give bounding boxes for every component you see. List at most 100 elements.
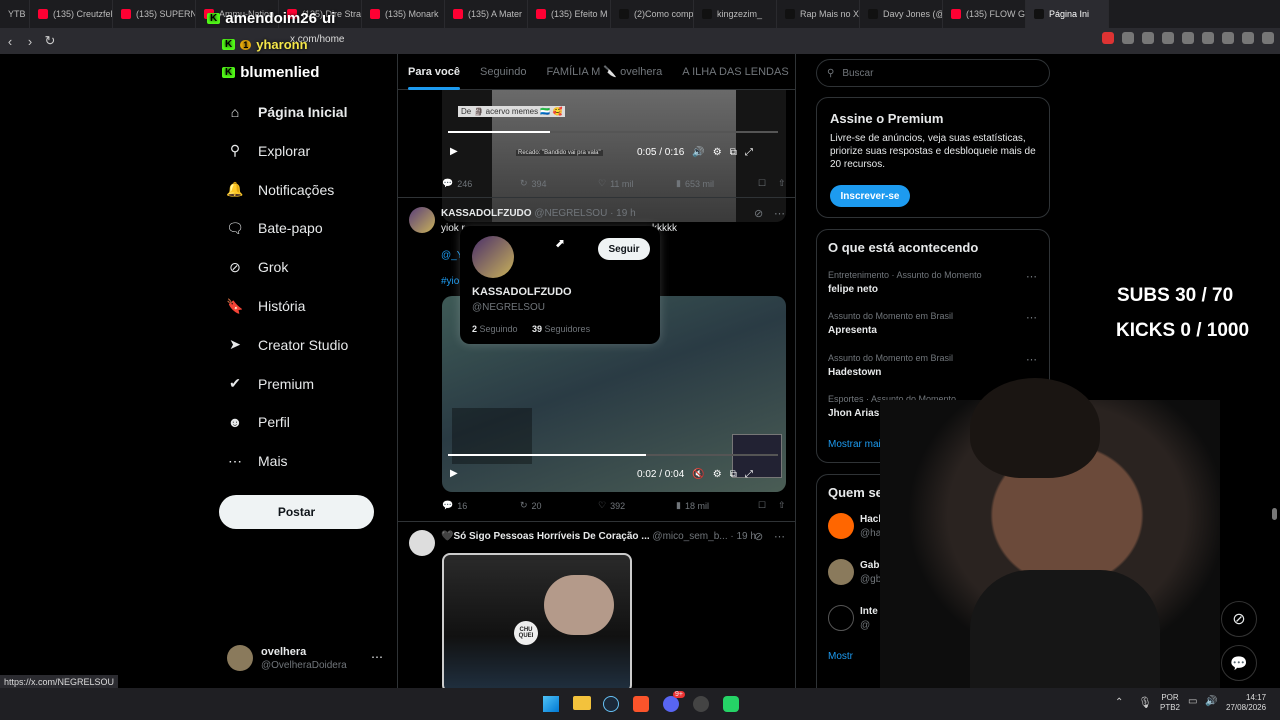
discord-icon[interactable] [663, 696, 679, 712]
post-image[interactable]: CHU QUEI [442, 553, 632, 688]
play-icon[interactable]: ▶ [450, 146, 458, 157]
extension-icon[interactable] [1122, 32, 1134, 44]
trend-item[interactable]: Assunto do Momento em Brasil Hadestown [828, 353, 953, 378]
more-icon[interactable]: ⋯ [371, 650, 383, 664]
author-name[interactable]: 🖤Só Sigo Pessoas Horríveis De Coração ..… [441, 531, 650, 542]
mute-icon[interactable]: 🔇 [692, 469, 704, 480]
fullscreen-icon[interactable]: ⤢ [745, 147, 753, 158]
clock[interactable]: 14:17 27/08/2026 [1226, 693, 1266, 713]
like-button[interactable]: ♡ 392 [598, 500, 676, 511]
trend-item[interactable]: Entretenimento · Assunto do Momento felip… [828, 270, 982, 295]
bookmark-icon[interactable]: ☐ [758, 500, 778, 511]
menu-icon[interactable] [1262, 32, 1274, 44]
browser-tab[interactable]: YTB [0, 0, 30, 28]
grok-icon[interactable]: ⊘ [1221, 601, 1257, 637]
avatar[interactable] [409, 530, 435, 556]
browser-tab[interactable]: (135) SUPERNA [113, 0, 196, 28]
following-link[interactable]: 2 Seguindo [472, 324, 518, 334]
avatar[interactable] [227, 645, 253, 671]
volume-icon[interactable]: 🔊 [692, 147, 704, 158]
avatar[interactable] [409, 207, 435, 233]
share-icon[interactable]: ⇧ [778, 500, 786, 511]
subscribe-button[interactable]: Inscrever-se [830, 185, 910, 207]
browser-tab[interactable]: (2)Como comp [611, 0, 694, 28]
puzzle-icon[interactable] [1142, 32, 1154, 44]
music-icon[interactable] [1162, 32, 1174, 44]
browser-tab[interactable]: (135) A Mater [445, 0, 528, 28]
sidebar-item-creator[interactable]: ➤ Creator Studio [226, 336, 348, 354]
avatar[interactable] [828, 513, 854, 539]
trend-more-icon[interactable]: ⋯ [1026, 270, 1037, 283]
shield-icon[interactable] [1242, 32, 1254, 44]
browser-tab[interactable]: (135) FLOW G [943, 0, 1026, 28]
trend-item[interactable]: Assunto do Momento em Brasil Apresenta [828, 311, 953, 336]
extension-icon[interactable] [1102, 32, 1114, 44]
chat-icon[interactable]: 💬 [1221, 645, 1257, 681]
trend-more-icon[interactable]: ⋯ [1026, 311, 1037, 324]
app-icon[interactable] [693, 696, 709, 712]
pip-icon[interactable]: ⧉ [730, 469, 737, 480]
browser-tab[interactable]: Rap Mais no X [777, 0, 860, 28]
post-video[interactable]: De 🗿 acervo memes 🇸🇱 🥰 Recado: "Bandido … [442, 90, 786, 222]
forward-icon[interactable]: › [20, 34, 40, 49]
follow-suggestion-name[interactable]: Inte [860, 606, 878, 617]
sidebar-item-more[interactable]: ⋯ Mais [226, 452, 288, 470]
settings-icon[interactable]: ⚙ [713, 469, 722, 480]
hashtag-link[interactable]: #yio [441, 276, 459, 287]
avatar[interactable] [828, 559, 854, 585]
avatar[interactable] [828, 605, 854, 631]
settings-icon[interactable]: ⚙ [713, 147, 722, 158]
browser-tab[interactable]: (135) Efeito M [528, 0, 611, 28]
volume-icon[interactable]: 🔊 [1205, 696, 1217, 707]
video-progress[interactable] [448, 454, 778, 456]
file-explorer-icon[interactable] [573, 696, 591, 710]
browser-tab[interactable]: Davy Jones (@ [860, 0, 943, 28]
share-icon[interactable]: ⇧ [778, 178, 786, 189]
sidebar-item-notifications[interactable]: 🔔 Notificações [226, 181, 334, 199]
views-button[interactable]: ▮ 18 mil [676, 500, 758, 511]
sparkle-icon[interactable] [1222, 32, 1234, 44]
sidebar-icon[interactable] [1182, 32, 1194, 44]
sidebar-item-profile[interactable]: ☻ Perfil [226, 413, 290, 431]
microphone-icon[interactable]: 🎙 [1138, 696, 1152, 709]
whatsapp-icon[interactable] [723, 696, 739, 712]
language-indicator[interactable]: POR PTB2 [1160, 693, 1180, 713]
more-icon[interactable]: ⋯ [774, 530, 785, 543]
sidebar-item-history[interactable]: 🔖 História [226, 297, 305, 315]
timeline-tab[interactable]: FAMÍLIA M 🔪 ovelhera [546, 65, 662, 78]
timeline-tab[interactable]: Seguindo [480, 66, 527, 78]
bookmark-icon[interactable]: ☐ [758, 178, 778, 189]
pip-icon[interactable]: ⧉ [730, 147, 737, 158]
post-button[interactable]: Postar [219, 495, 374, 529]
tray-chevron-icon[interactable]: ⌃ [1115, 697, 1123, 708]
monitor-icon[interactable]: ▭ [1188, 696, 1197, 707]
windows-start-icon[interactable] [543, 696, 559, 712]
views-button[interactable]: ▮ 653 mil [676, 178, 758, 189]
fullscreen-icon[interactable]: ⤢ [745, 469, 753, 480]
scrollbar-thumb[interactable] [1272, 508, 1277, 520]
sidebar-item-explore[interactable]: ⚲ Explorar [226, 142, 310, 160]
timeline-tab[interactable]: Para você [408, 66, 460, 90]
back-icon[interactable]: ‹ [0, 34, 20, 49]
browser-tab[interactable]: Página Ini [1026, 0, 1109, 28]
more-icon[interactable]: ⋯ [774, 207, 785, 220]
wallet-icon[interactable] [1202, 32, 1214, 44]
trends-show-more[interactable]: Mostrar mais [828, 439, 886, 450]
grok-icon[interactable]: ⊘ [754, 530, 763, 543]
author-handle[interactable]: @mico_sem_b... [652, 531, 727, 542]
browser-tab[interactable]: (135) Monark [362, 0, 445, 28]
timeline-tab[interactable]: A ILHA DAS LENDAS [682, 66, 788, 78]
followers-link[interactable]: 39 Seguidores [532, 324, 590, 334]
repost-button[interactable]: ↻ 20 [520, 500, 598, 511]
steam-icon[interactable] [603, 696, 619, 712]
sidebar-item-home[interactable]: ⌂ Página Inicial [226, 103, 348, 121]
sidebar-item-chat[interactable]: 🗨 Bate-papo [226, 219, 323, 237]
reply-button[interactable]: 💬 246 [442, 178, 520, 189]
author-handle[interactable]: @NEGRELSOU [534, 208, 607, 219]
hover-name[interactable]: KASSADOLFZUDO [472, 286, 572, 298]
sidebar-item-premium[interactable]: ✔ Premium [226, 375, 314, 393]
video-progress[interactable] [448, 131, 778, 133]
sidebar-item-grok[interactable]: ⊘ Grok [226, 258, 288, 276]
repost-button[interactable]: ↻ 394 [520, 178, 598, 189]
avatar[interactable] [472, 236, 514, 278]
